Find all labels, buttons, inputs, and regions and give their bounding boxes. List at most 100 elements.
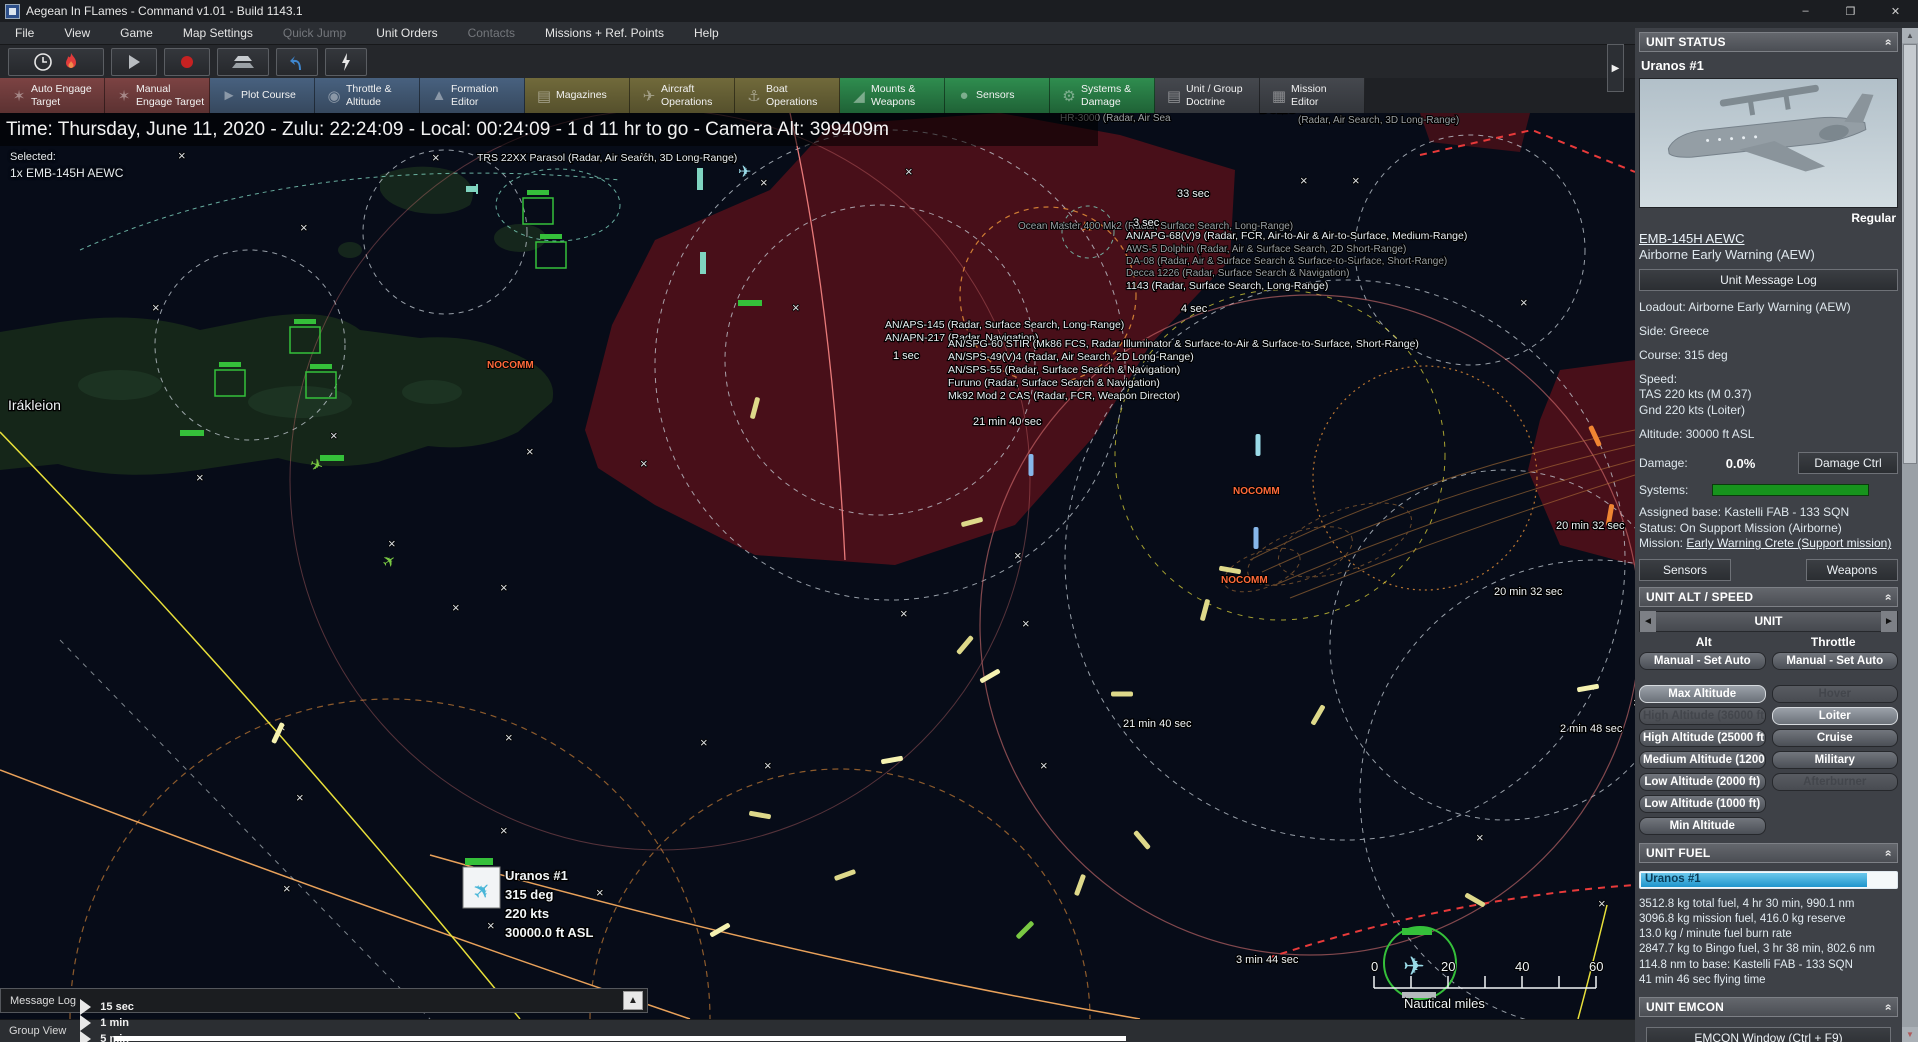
contact-mark[interactable] — [956, 635, 974, 655]
scope-next-button[interactable]: ► — [1881, 611, 1897, 632]
contact-mark[interactable] — [1200, 599, 1211, 622]
toolbar-button-sensors[interactable]: ●Sensors — [945, 78, 1050, 113]
x-mark: × — [1598, 896, 1606, 911]
x-mark: × — [178, 148, 186, 163]
toolbar-button-manual-engage-target[interactable]: ✶Manual Engage Target — [105, 78, 210, 113]
app-icon — [5, 4, 20, 19]
contact-mark[interactable] — [881, 756, 904, 765]
scroll-down-icon[interactable]: ▼ — [1902, 1027, 1918, 1042]
course-text: Course: 315 deg — [1639, 348, 1898, 363]
play-button[interactable] — [111, 48, 157, 76]
toolbar-button-mission-editor[interactable]: ▦Mission Editor — [1260, 78, 1365, 113]
menu-item-file[interactable]: File — [0, 22, 49, 45]
uranos-course-label: 315 deg — [505, 887, 553, 902]
record-button[interactable] — [164, 48, 210, 76]
throttle-button-cruise[interactable]: Cruise — [1772, 729, 1899, 747]
contact-mark[interactable] — [1029, 454, 1034, 476]
toolbar-button-formation-editor[interactable]: ▲Formation Editor — [420, 78, 525, 113]
toolbar-button-unit-group-doctrine[interactable]: ▤Unit / Group Doctrine — [1155, 78, 1260, 113]
panel-expand-button[interactable]: ▶ — [1607, 44, 1624, 92]
toolbar-button-label: Auto Engage Target — [31, 83, 92, 107]
throttle-button-military[interactable]: Military — [1772, 751, 1899, 769]
speed-label: Speed: — [1639, 372, 1898, 387]
damage-ctrl-button[interactable]: Damage Ctrl — [1798, 452, 1898, 474]
time-step-button-1-min[interactable]: 1 min — [80, 1015, 135, 1031]
menu-item-unit-orders[interactable]: Unit Orders — [361, 22, 452, 45]
contact-mark[interactable] — [1015, 920, 1034, 939]
pulse-button[interactable] — [325, 48, 367, 76]
toolbar-button-throttle-altitude[interactable]: ◉Throttle & Altitude — [315, 78, 420, 113]
selected-value: 1x EMB-145H AEWC — [10, 166, 123, 180]
alt-column-header: Alt — [1639, 635, 1769, 649]
alt-button-low-altitude-2000-ft[interactable]: Low Altitude (2000 ft) — [1639, 773, 1766, 791]
time-compression-button[interactable] — [8, 48, 104, 76]
alt-button-high-altitude-25000-ft[interactable]: High Altitude (25000 ft) — [1639, 729, 1766, 747]
alt-button-medium-altitude-12000-ft[interactable]: Medium Altitude (12000 ft) — [1639, 751, 1766, 769]
toolbar-button-systems-damage[interactable]: ⚙Systems & Damage — [1050, 78, 1155, 113]
menu-item-map-settings[interactable]: Map Settings — [168, 22, 268, 45]
scroll-up-icon[interactable]: ▲ — [1902, 28, 1918, 43]
alt-button-manual-set-auto[interactable]: Manual - Set Auto — [1639, 652, 1766, 670]
minimize-button[interactable]: – — [1783, 0, 1828, 22]
toolbar-button-aircraft-operations[interactable]: ✈Aircraft Operations — [630, 78, 735, 113]
weapons-button[interactable]: Weapons — [1806, 559, 1898, 581]
scrollbar-thumb[interactable] — [1903, 44, 1917, 464]
unit-emcon-header[interactable]: UNIT EMCON » — [1639, 997, 1898, 1017]
contact-mark[interactable] — [834, 869, 856, 881]
menu-item-help[interactable]: Help — [679, 22, 734, 45]
plane-contact-icon[interactable]: ✈ — [738, 164, 751, 181]
unit-class-link[interactable]: EMB-145H AEWC — [1639, 231, 1744, 246]
quick-toolbar — [0, 45, 1635, 78]
collapse-chevron-icon[interactable]: » — [1881, 39, 1895, 46]
collapse-chevron-icon[interactable]: » — [1881, 594, 1895, 601]
contact-mark[interactable] — [1219, 566, 1242, 575]
contact-mark[interactable] — [749, 811, 772, 820]
plane-contact-icon[interactable]: ✈ — [379, 551, 400, 573]
toolbar-button-boat-operations[interactable]: ⚓Boat Operations — [735, 78, 840, 113]
contact-mark[interactable] — [1074, 874, 1086, 896]
emcon-window-button[interactable]: EMCON Window (Ctrl + F9) — [1646, 1027, 1891, 1042]
sensors-button[interactable]: Sensors — [1639, 559, 1731, 581]
alt-button-low-altitude-1000-ft[interactable]: Low Altitude (1000 ft) — [1639, 795, 1766, 813]
step-button[interactable] — [217, 48, 269, 76]
contact-mark[interactable] — [979, 668, 1001, 683]
tactical-map[interactable]: ×××××××××××××××××××××××××××××××××× ✈✈✈✈ … — [0, 113, 1635, 1019]
alt-button-max-altitude[interactable]: Max Altitude — [1639, 685, 1766, 703]
scope-prev-button[interactable]: ◄ — [1640, 611, 1656, 632]
unit-status-header[interactable]: UNIT STATUS » — [1639, 32, 1898, 52]
map-unit-uranos[interactable]: ✈ Uranos #1 315 deg 220 kts 30000.0 ft A… — [463, 858, 593, 940]
unit-fuel-header[interactable]: UNIT FUEL » — [1639, 843, 1898, 863]
menu-item-view[interactable]: View — [49, 22, 105, 45]
contact-mark[interactable] — [1577, 684, 1600, 693]
toolbar-button-plot-course[interactable]: ►Plot Course — [210, 78, 315, 113]
maximize-button[interactable]: ❐ — [1828, 0, 1873, 22]
jump-back-button[interactable] — [276, 48, 318, 76]
contact-mark[interactable] — [1111, 692, 1133, 697]
toolbar-button-magazines[interactable]: ▤Magazines — [525, 78, 630, 113]
map-canvas[interactable]: ×××××××××××××××××××××××××××××××××× ✈✈✈✈ … — [0, 113, 1635, 1019]
mission-link[interactable]: Early Warning Crete (Support mission) — [1686, 536, 1891, 550]
toolbar-button-mounts-weapons[interactable]: ◢Mounts & Weapons — [840, 78, 945, 113]
toolbar-button-auto-engage-target[interactable]: ✶Auto Engage Target — [0, 78, 105, 113]
unit-message-log-button[interactable]: Unit Message Log — [1639, 269, 1898, 291]
close-button[interactable]: ✕ — [1873, 0, 1918, 22]
contact-mark[interactable] — [1254, 527, 1259, 549]
x-mark: × — [196, 470, 204, 485]
menu-item-game[interactable]: Game — [105, 22, 168, 45]
group-view-label[interactable]: Group View — [0, 1025, 80, 1037]
throttle-button-manual-set-auto[interactable]: Manual - Set Auto — [1772, 652, 1899, 670]
contact-mark[interactable] — [1256, 434, 1261, 456]
unit-alt-speed-header[interactable]: UNIT ALT / SPEED » — [1639, 587, 1898, 607]
message-log-expand-button[interactable]: ▲ — [623, 991, 643, 1010]
alt-button-min-altitude[interactable]: Min Altitude — [1639, 817, 1766, 835]
toolbar-button-label: Mounts & Weapons — [871, 83, 915, 107]
contact-mark[interactable] — [1310, 704, 1325, 726]
time-step-button-15-sec[interactable]: 15 sec — [80, 999, 135, 1015]
collapse-chevron-icon[interactable]: » — [1881, 850, 1895, 857]
collapse-chevron-icon[interactable]: » — [1881, 1004, 1895, 1011]
panel-scrollbar[interactable]: ▲ ▼ — [1902, 28, 1918, 1042]
fuel-line: 3096.8 kg mission fuel, 416.0 kg reserve — [1639, 912, 1898, 927]
menu-item-missions-ref-points[interactable]: Missions + Ref. Points — [530, 22, 679, 45]
throttle-button-loiter[interactable]: Loiter — [1772, 707, 1899, 725]
contact-mark[interactable] — [1133, 830, 1151, 850]
